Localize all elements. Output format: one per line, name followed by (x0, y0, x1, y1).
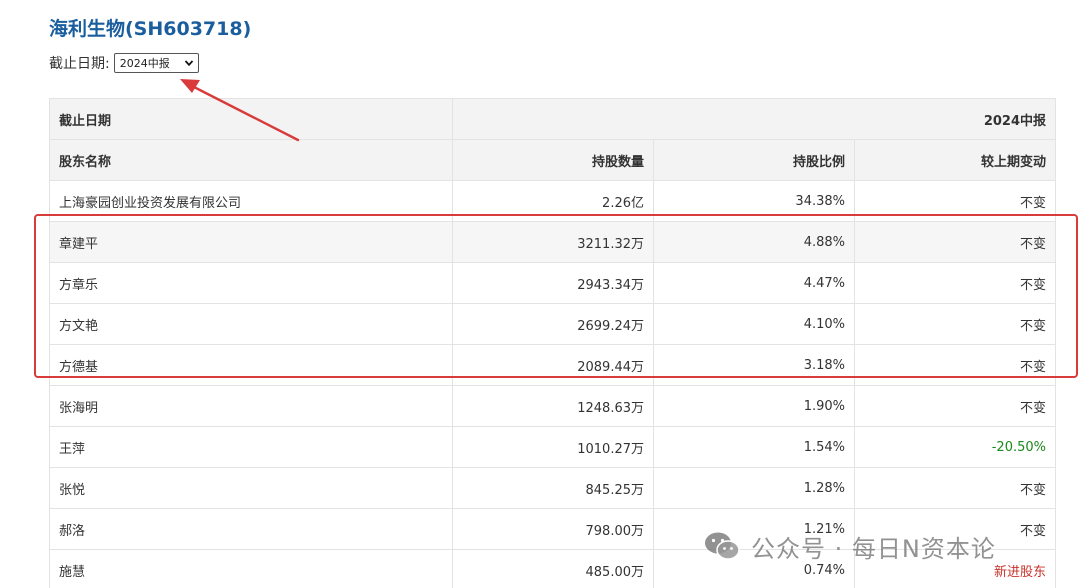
date-filter-label: 截止日期: (49, 56, 110, 72)
date-filter: 截止日期: 2024中报 (49, 52, 199, 74)
change-value: 新进股东 (854, 549, 1056, 588)
holding-ratio: 1.21% (653, 508, 855, 550)
table-row: 王萍 1010.27万 1.54% -20.50% (49, 426, 1056, 468)
date-select[interactable]: 2024中报 (113, 53, 199, 73)
shares-count: 798.00万 (452, 508, 654, 550)
holding-ratio: 1.28% (653, 467, 855, 509)
table-row: 上海豪园创业投资发展有限公司 2.26亿 34.38% 不变 (49, 180, 1056, 222)
table-row: 方文艳 2699.24万 4.10% 不变 (49, 303, 1056, 345)
holding-ratio: 1.54% (653, 426, 855, 468)
shareholder-name: 方德基 (49, 344, 453, 386)
shareholder-name: 上海豪园创业投资发展有限公司 (49, 180, 453, 222)
shareholder-name: 章建平 (49, 221, 453, 263)
holding-ratio: 3.18% (653, 344, 855, 386)
shares-count: 845.25万 (452, 467, 654, 509)
shareholder-table: 截止日期 2024中报 股东名称 持股数量 持股比例 较上期变动 上海豪园创业投… (49, 98, 1056, 588)
shareholder-name: 张悦 (49, 467, 453, 509)
shares-count: 485.00万 (452, 549, 654, 588)
page-title: 海利生物(SH603718) (49, 18, 252, 40)
shares-count: 2943.34万 (452, 262, 654, 304)
holding-ratio: 4.10% (653, 303, 855, 345)
holding-ratio: 4.47% (653, 262, 855, 304)
change-value: 不变 (854, 508, 1056, 550)
change-value: 不变 (854, 303, 1056, 345)
table-row: 张海明 1248.63万 1.90% 不变 (49, 385, 1056, 427)
table-row: 章建平 3211.32万 4.88% 不变 (49, 221, 1056, 263)
period-header-label: 截止日期 (49, 98, 453, 140)
table-row: 张悦 845.25万 1.28% 不变 (49, 467, 1056, 509)
period-header-value: 2024中报 (452, 98, 1056, 140)
change-value: 不变 (854, 344, 1056, 386)
shareholder-name: 郝洛 (49, 508, 453, 550)
shares-count: 1248.63万 (452, 385, 654, 427)
change-value: 不变 (854, 221, 1056, 263)
shareholder-name: 王萍 (49, 426, 453, 468)
column-header-change: 较上期变动 (854, 139, 1056, 181)
date-select-value: 2024中报 (119, 57, 170, 70)
change-value: -20.50% (854, 426, 1056, 468)
change-value: 不变 (854, 467, 1056, 509)
shareholder-name: 方文艳 (49, 303, 453, 345)
change-value: 不变 (854, 262, 1056, 304)
shares-count: 2089.44万 (452, 344, 654, 386)
column-header-ratio: 持股比例 (653, 139, 855, 181)
table-row: 方章乐 2943.34万 4.47% 不变 (49, 262, 1056, 304)
page: 海利生物(SH603718) 截止日期: 2024中报 截止日期 2024中报 … (0, 0, 1080, 588)
shares-count: 3211.32万 (452, 221, 654, 263)
shareholder-name: 方章乐 (49, 262, 453, 304)
table-row: 方德基 2089.44万 3.18% 不变 (49, 344, 1056, 386)
change-value: 不变 (854, 180, 1056, 222)
holding-ratio: 4.88% (653, 221, 855, 263)
change-value: 不变 (854, 385, 1056, 427)
shares-count: 2.26亿 (452, 180, 654, 222)
column-header-name: 股东名称 (49, 139, 453, 181)
shares-count: 1010.27万 (452, 426, 654, 468)
holding-ratio: 1.90% (653, 385, 855, 427)
period-header-row: 截止日期 2024中报 (49, 98, 1056, 140)
column-header-shares: 持股数量 (452, 139, 654, 181)
table-row: 郝洛 798.00万 1.21% 不变 (49, 508, 1056, 550)
shareholder-name: 施慧 (49, 549, 453, 588)
table-row: 施慧 485.00万 0.74% 新进股东 (49, 549, 1056, 588)
chevron-down-icon (184, 60, 193, 67)
holding-ratio: 0.74% (653, 549, 855, 588)
holding-ratio: 34.38% (653, 180, 855, 222)
shareholder-name: 张海明 (49, 385, 453, 427)
shares-count: 2699.24万 (452, 303, 654, 345)
column-header-row: 股东名称 持股数量 持股比例 较上期变动 (49, 139, 1056, 181)
